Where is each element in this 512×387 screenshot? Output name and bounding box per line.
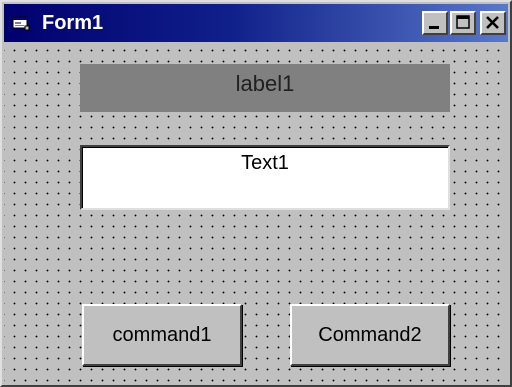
close-button[interactable] bbox=[480, 11, 506, 35]
close-icon bbox=[486, 16, 499, 29]
minimize-icon bbox=[429, 26, 439, 29]
maximize-icon bbox=[456, 15, 470, 29]
form-icon[interactable] bbox=[12, 15, 30, 31]
label1: label1 bbox=[80, 64, 450, 112]
window-title: Form1 bbox=[42, 12, 104, 34]
form-window: Form1 label1 Text1 command1 Command2 bbox=[0, 0, 512, 387]
form-design-surface[interactable]: label1 Text1 command1 Command2 bbox=[4, 42, 508, 385]
text1-textbox[interactable]: Text1 bbox=[80, 145, 450, 210]
command1-button[interactable]: command1 bbox=[82, 304, 242, 366]
title-bar[interactable]: Form1 bbox=[4, 4, 508, 42]
command2-button[interactable]: Command2 bbox=[290, 304, 450, 366]
maximize-button[interactable] bbox=[450, 11, 476, 35]
minimize-button[interactable] bbox=[422, 11, 448, 35]
text1-value: Text1 bbox=[241, 152, 289, 174]
